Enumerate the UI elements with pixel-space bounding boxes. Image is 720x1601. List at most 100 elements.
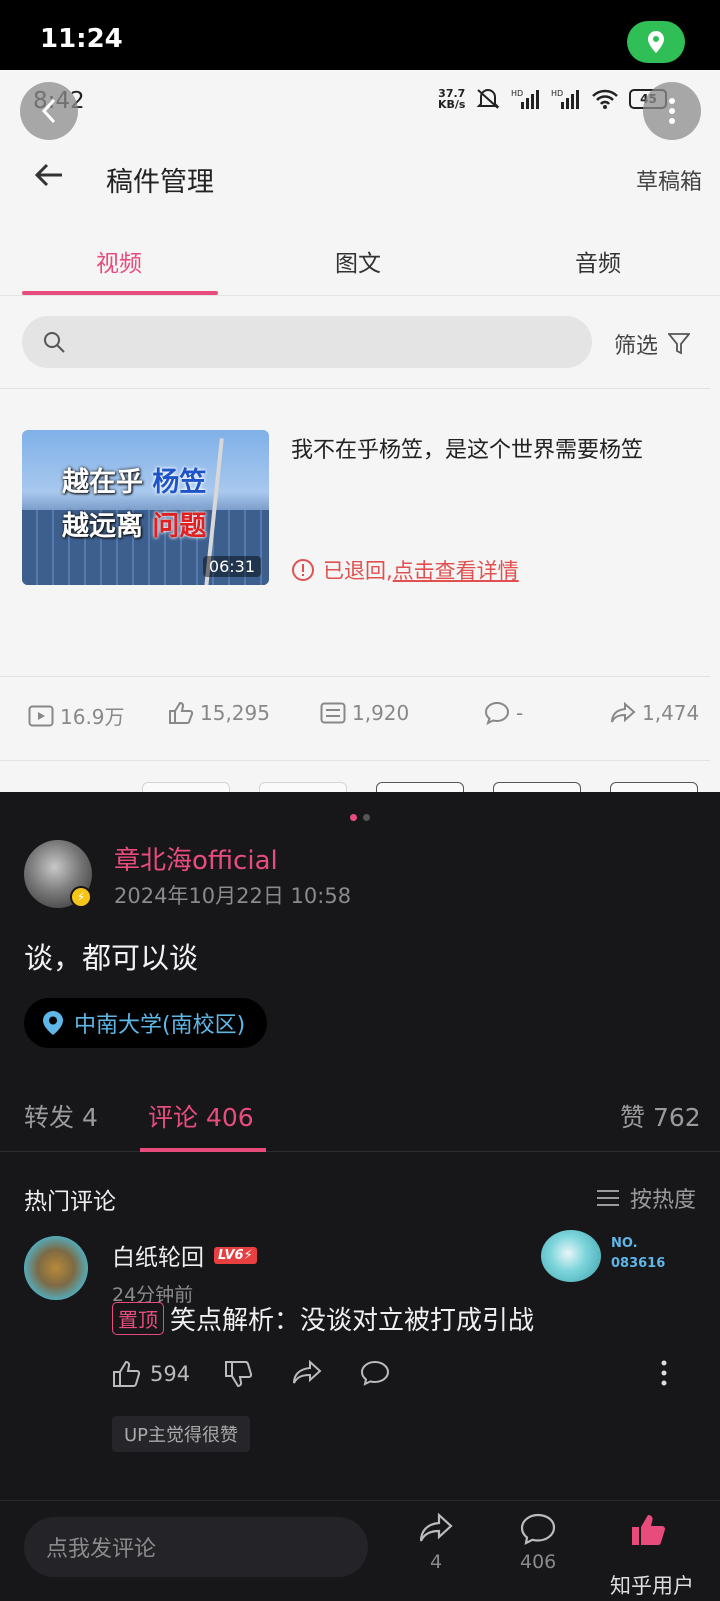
thumbnail-text-line1: 越在乎 杨笠 xyxy=(62,467,207,498)
filter-label: 筛选 xyxy=(614,334,659,359)
thumbs-up-filled-icon xyxy=(632,1515,665,1545)
comment-box-icon xyxy=(320,702,346,724)
verified-lightning-icon: ⚡ xyxy=(70,886,92,908)
tab-image-text[interactable]: 图文 xyxy=(335,244,381,278)
search-input[interactable] xyxy=(22,316,592,368)
back-arrow-icon[interactable] xyxy=(34,162,64,188)
view-details-link[interactable]: 点击查看详情 xyxy=(393,559,519,583)
tab-likes[interactable]: 赞 762 xyxy=(620,1098,701,1134)
location-tag[interactable]: 中南大学(南校区) xyxy=(24,998,268,1048)
tab-audio[interactable]: 音频 xyxy=(575,244,621,278)
appeal-button[interactable]: 申诉 xyxy=(493,782,581,792)
post-tabs: 转发 4 评论 406 赞 762 xyxy=(0,1090,720,1152)
watermark: 知乎用户 xyxy=(610,1574,694,1598)
comment-item: 白纸轮回 LV6⚡ 24分钟前 NO. 083616 置顶 笑点解析：没谈对立被… xyxy=(0,1230,720,1476)
video-title[interactable]: 我不在乎杨笠，是这个世界需要杨笠 xyxy=(291,436,701,466)
active-tab-indicator xyxy=(22,291,218,295)
hot-comments-title: 热门评论 xyxy=(24,1189,116,1215)
chat-bubble-icon xyxy=(521,1513,556,1545)
svg-text:HD: HD xyxy=(551,89,563,98)
pinned-tag: 置顶 xyxy=(112,1302,164,1335)
funnel-icon xyxy=(668,333,691,355)
search-icon xyxy=(44,332,65,353)
video-card[interactable]: 越在乎 杨笠 越远离 问题 06:31 我不在乎杨笠，是这个世界需要杨笠 已退回… xyxy=(0,390,720,792)
inner-status-icons: 37.7 KB/s HD HD 45 xyxy=(438,87,668,111)
comment-count: 406 xyxy=(520,1551,557,1573)
tab-comments[interactable]: 评论 406 xyxy=(148,1098,254,1134)
divider xyxy=(0,388,710,389)
share-button[interactable]: 分享 xyxy=(142,782,230,792)
mute-icon xyxy=(477,89,500,109)
sort-button[interactable]: 按热度 xyxy=(596,1182,696,1214)
comment-input[interactable]: 点我发评论 xyxy=(24,1517,368,1577)
comment-more-button[interactable] xyxy=(660,1360,668,1386)
divider xyxy=(0,676,710,677)
sort-lines-icon xyxy=(597,1190,619,1206)
location-indicator-icon[interactable] xyxy=(627,21,685,63)
overlay-back-button[interactable] xyxy=(20,82,78,140)
stat-plays: 16.9万 xyxy=(28,701,125,730)
divider xyxy=(0,760,710,761)
more-button[interactable]: 更多 xyxy=(610,782,698,792)
author-name[interactable]: 章北海official xyxy=(114,840,278,877)
bottom-like-button[interactable] xyxy=(630,1513,666,1547)
chevron-left-icon xyxy=(41,98,56,124)
search-row: 筛选 xyxy=(0,306,720,386)
post-timestamp: 2024年10月22日 10:58 xyxy=(114,884,352,908)
chat-bubble-icon xyxy=(484,701,510,725)
more-vertical-icon xyxy=(669,98,675,124)
tab-video[interactable]: 视频 xyxy=(96,244,142,278)
fan-number: NO. 083616 xyxy=(611,1236,666,1271)
content-type-tabs: 视频 图文 音频 xyxy=(0,230,720,296)
comment-like-button[interactable]: 594 xyxy=(112,1360,190,1388)
overlay-more-button[interactable] xyxy=(643,82,701,140)
bottom-share-button[interactable]: 4 xyxy=(418,1513,454,1573)
filter-button[interactable]: 筛选 xyxy=(614,328,691,360)
outer-status-bar: 11:24 xyxy=(0,0,720,70)
signal-icon: HD xyxy=(511,89,540,109)
thumbnail-text-line2: 越远离 问题 xyxy=(62,511,207,542)
comment-dislike-button[interactable] xyxy=(224,1360,252,1388)
drafts-button[interactable]: 草稿箱 xyxy=(636,164,702,196)
stat-likes: 15,295 xyxy=(168,701,270,725)
embedded-screenshot: 8:42 37.7 KB/s HD HD 45 稿件管理 草稿箱 视频 图文 音… xyxy=(0,70,720,792)
level-badge: LV6⚡ xyxy=(214,1246,257,1264)
commenter-name[interactable]: 白纸轮回 xyxy=(112,1238,204,1272)
comment-like-count: 594 xyxy=(150,1362,191,1386)
page-dot-active xyxy=(350,814,357,821)
data-button[interactable]: 数据 xyxy=(259,782,347,792)
fan-badge[interactable]: NO. 083616 xyxy=(533,1226,683,1286)
post-author-row: ⚡ 章北海official 2024年10月22日 10:58 xyxy=(0,840,720,920)
bottom-comment-button[interactable]: 406 xyxy=(520,1513,556,1573)
net-speed: 37.7 KB/s xyxy=(438,87,466,111)
comment-share-button[interactable] xyxy=(292,1360,322,1386)
post-text: 谈，都可以谈 xyxy=(24,941,199,975)
edit-button[interactable]: 编辑 xyxy=(376,782,464,792)
rejection-status[interactable]: 已退回,点击查看详情 xyxy=(291,555,519,585)
fan-badge-figure-icon xyxy=(541,1230,601,1282)
comment-reply-button[interactable] xyxy=(360,1360,390,1386)
share-arrow-icon xyxy=(611,702,636,723)
share-arrow-icon xyxy=(419,1513,453,1542)
tab-repost[interactable]: 转发 4 xyxy=(24,1098,98,1134)
page-dot xyxy=(363,814,370,821)
location-pin-icon xyxy=(43,1011,63,1035)
svg-text:HD: HD xyxy=(511,89,523,98)
page-title: 稿件管理 xyxy=(106,167,214,198)
comment-text-row: 置顶 笑点解析：没谈对立被打成引战 xyxy=(112,1300,534,1337)
play-icon xyxy=(28,705,54,726)
comment-text: 笑点解析：没谈对立被打成引战 xyxy=(170,1306,535,1336)
thumbs-up-icon xyxy=(113,1360,140,1387)
inner-status-bar: 8:42 37.7 KB/s HD HD 45 xyxy=(0,70,720,140)
more-vertical-icon xyxy=(661,1360,667,1386)
video-stats: 16.9万 15,295 1,920 - 1,474 xyxy=(0,695,720,735)
hot-comments-header: 热门评论 按热度 xyxy=(0,1180,720,1220)
manuscript-header: 稿件管理 草稿箱 xyxy=(0,140,720,210)
signal-icon-2: HD xyxy=(551,89,580,109)
video-thumbnail[interactable]: 越在乎 杨笠 越远离 问题 06:31 xyxy=(22,430,269,585)
stat-shares: 1,474 xyxy=(610,701,699,725)
sort-label: 按热度 xyxy=(630,1188,697,1213)
chat-bubble-icon xyxy=(360,1360,390,1386)
up-liked-tag: UP主觉得很赞 xyxy=(112,1416,251,1452)
commenter-avatar[interactable] xyxy=(24,1236,88,1300)
